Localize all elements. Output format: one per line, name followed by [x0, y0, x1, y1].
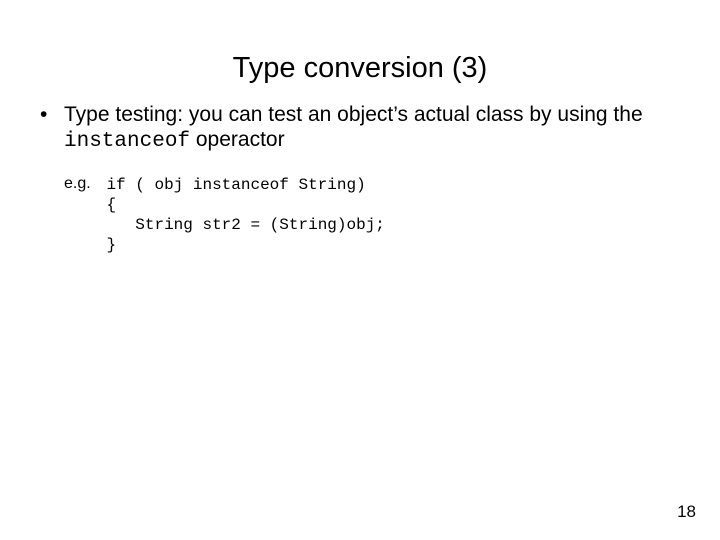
slide: Type conversion (3) Type testing: you ca…: [0, 0, 720, 540]
page-title: Type conversion (3): [0, 0, 720, 85]
bullet-text-post: operactor: [190, 128, 285, 151]
bullet-item: Type testing: you can test an object’s a…: [30, 103, 690, 155]
example-code: if ( obj instanceof String) { String str…: [106, 175, 384, 255]
bullet-text-pre: Type testing: you can test an object’s a…: [64, 103, 643, 126]
bullet-code: instanceof: [64, 130, 190, 153]
bullet-list: Type testing: you can test an object’s a…: [30, 103, 690, 155]
example-label: e.g.: [64, 175, 102, 193]
slide-body: Type testing: you can test an object’s a…: [0, 85, 720, 255]
example-block: e.g. if ( obj instanceof String) { Strin…: [30, 175, 690, 255]
page-number: 18: [677, 502, 696, 522]
